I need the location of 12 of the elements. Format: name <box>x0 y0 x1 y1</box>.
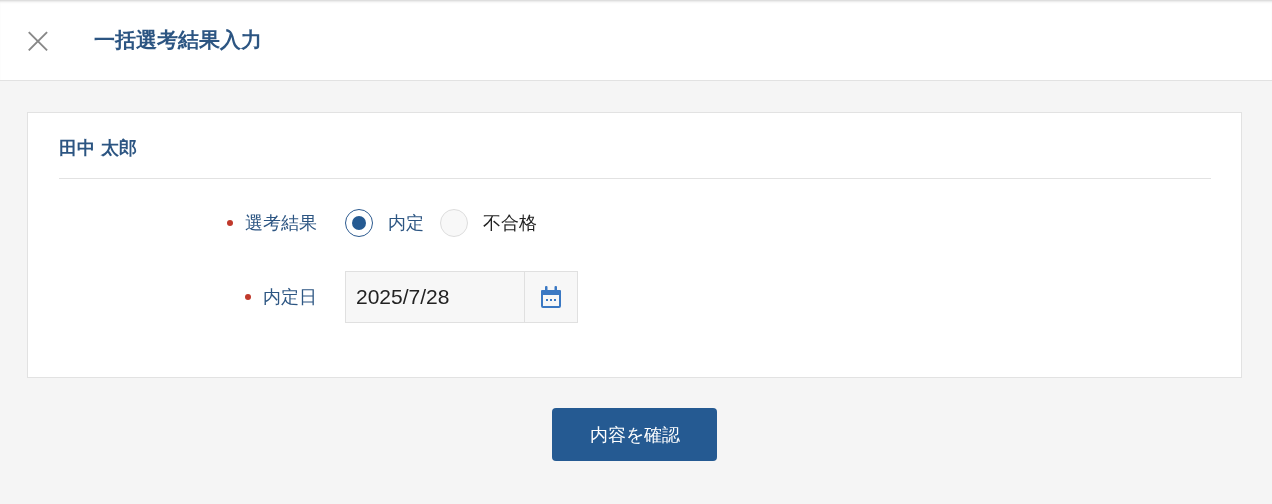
close-button[interactable]: × <box>20 20 56 60</box>
date-field[interactable]: 2025/7/28 <box>345 271 525 323</box>
dialog-title: 一括選考結果入力 <box>94 27 262 54</box>
field-label: 選考結果 <box>245 211 317 235</box>
candidate-name: 田中 太郎 <box>59 136 139 160</box>
calendar-button[interactable] <box>525 271 578 323</box>
radio-button[interactable] <box>345 209 373 237</box>
calendar-icon <box>540 285 562 309</box>
field-label: 内定日 <box>263 285 317 309</box>
confirm-button[interactable]: 内容を確認 <box>552 408 717 461</box>
radio-label[interactable]: 不合格 <box>483 211 537 235</box>
radio-label[interactable]: 内定 <box>388 211 424 235</box>
